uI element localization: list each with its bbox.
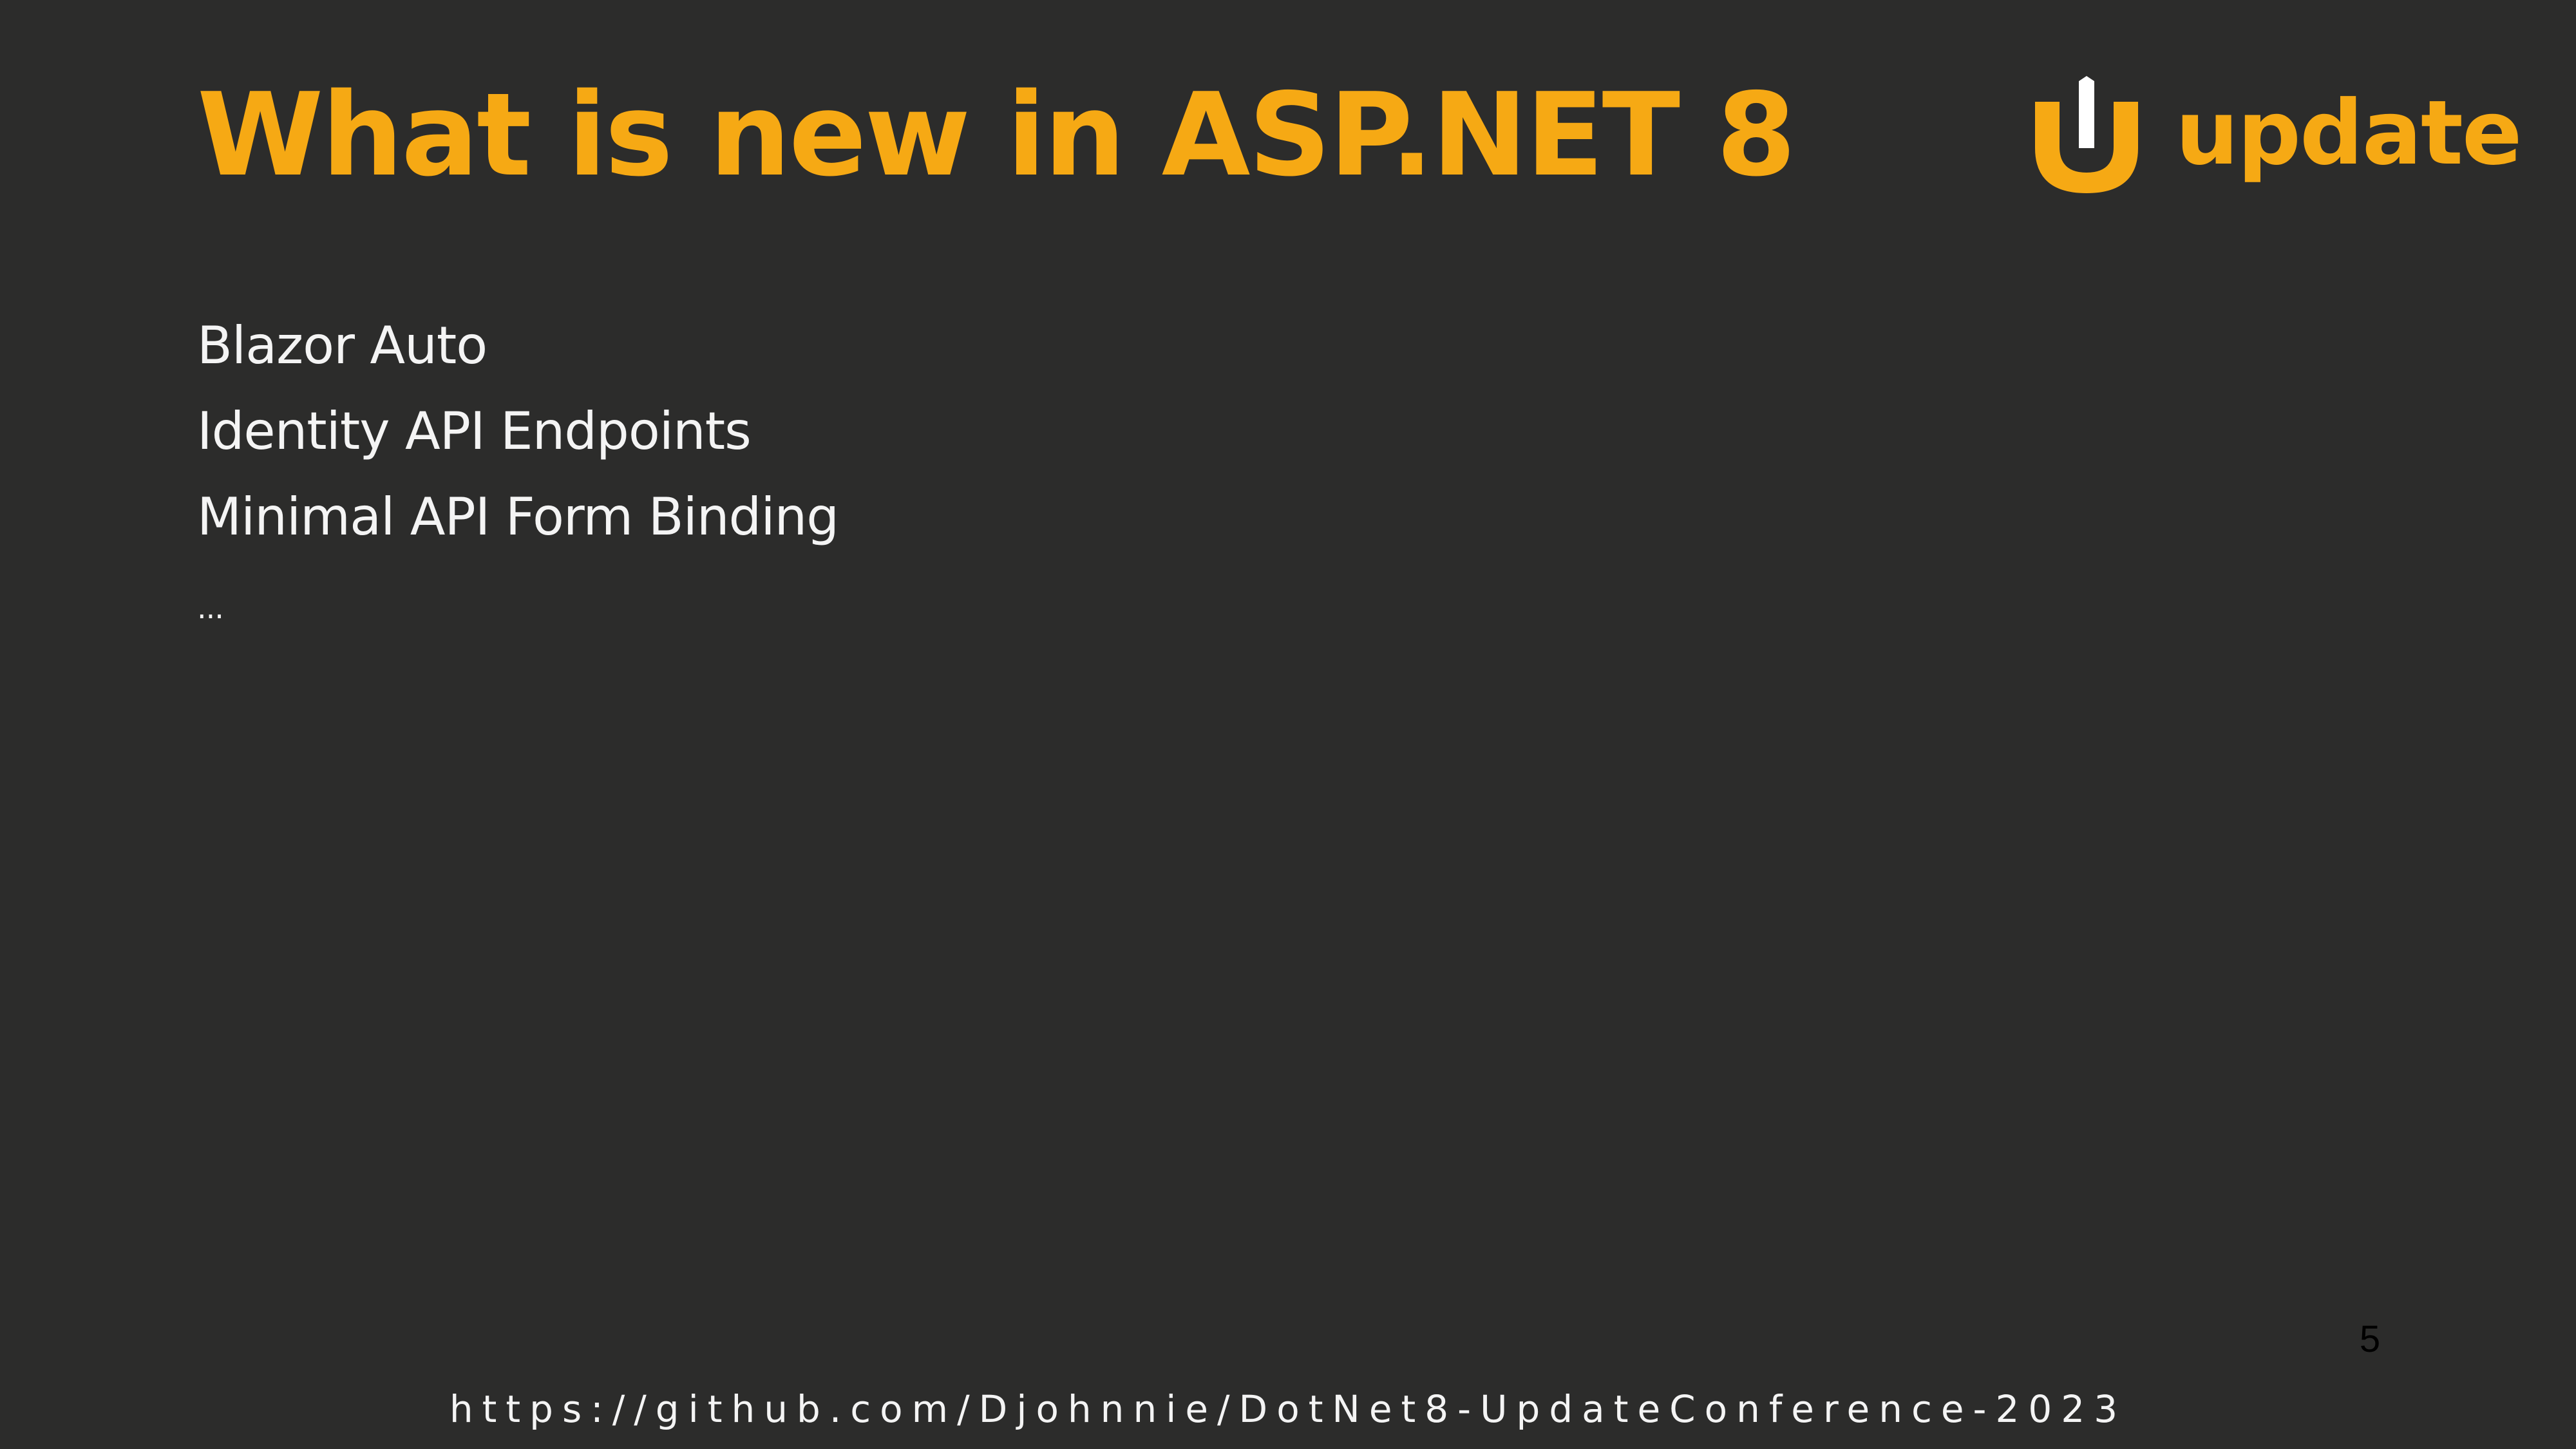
slide-title: What is new in ASP.NET 8	[197, 68, 1796, 202]
bullet-list: Blazor Auto Identity API Endpoints Minim…	[197, 303, 839, 645]
bullet-item: Blazor Auto	[197, 316, 488, 375]
update-logo: update	[2029, 76, 2522, 198]
update-conference-logo-icon	[2035, 76, 2138, 193]
bullet-item-ellipsis: ...	[197, 591, 224, 625]
footer-url: https://github.com/Djohnnie/DotNet8-Upda…	[449, 1387, 2127, 1431]
presentation-slide: What is new in ASP.NET 8 update Blazor A…	[0, 0, 2576, 1449]
bullet-item: Identity API Endpoints	[197, 401, 752, 461]
logo-wordmark: update	[2175, 81, 2522, 185]
bullet-item: Minimal API Form Binding	[197, 487, 839, 547]
page-number: 5	[2359, 1318, 2381, 1360]
